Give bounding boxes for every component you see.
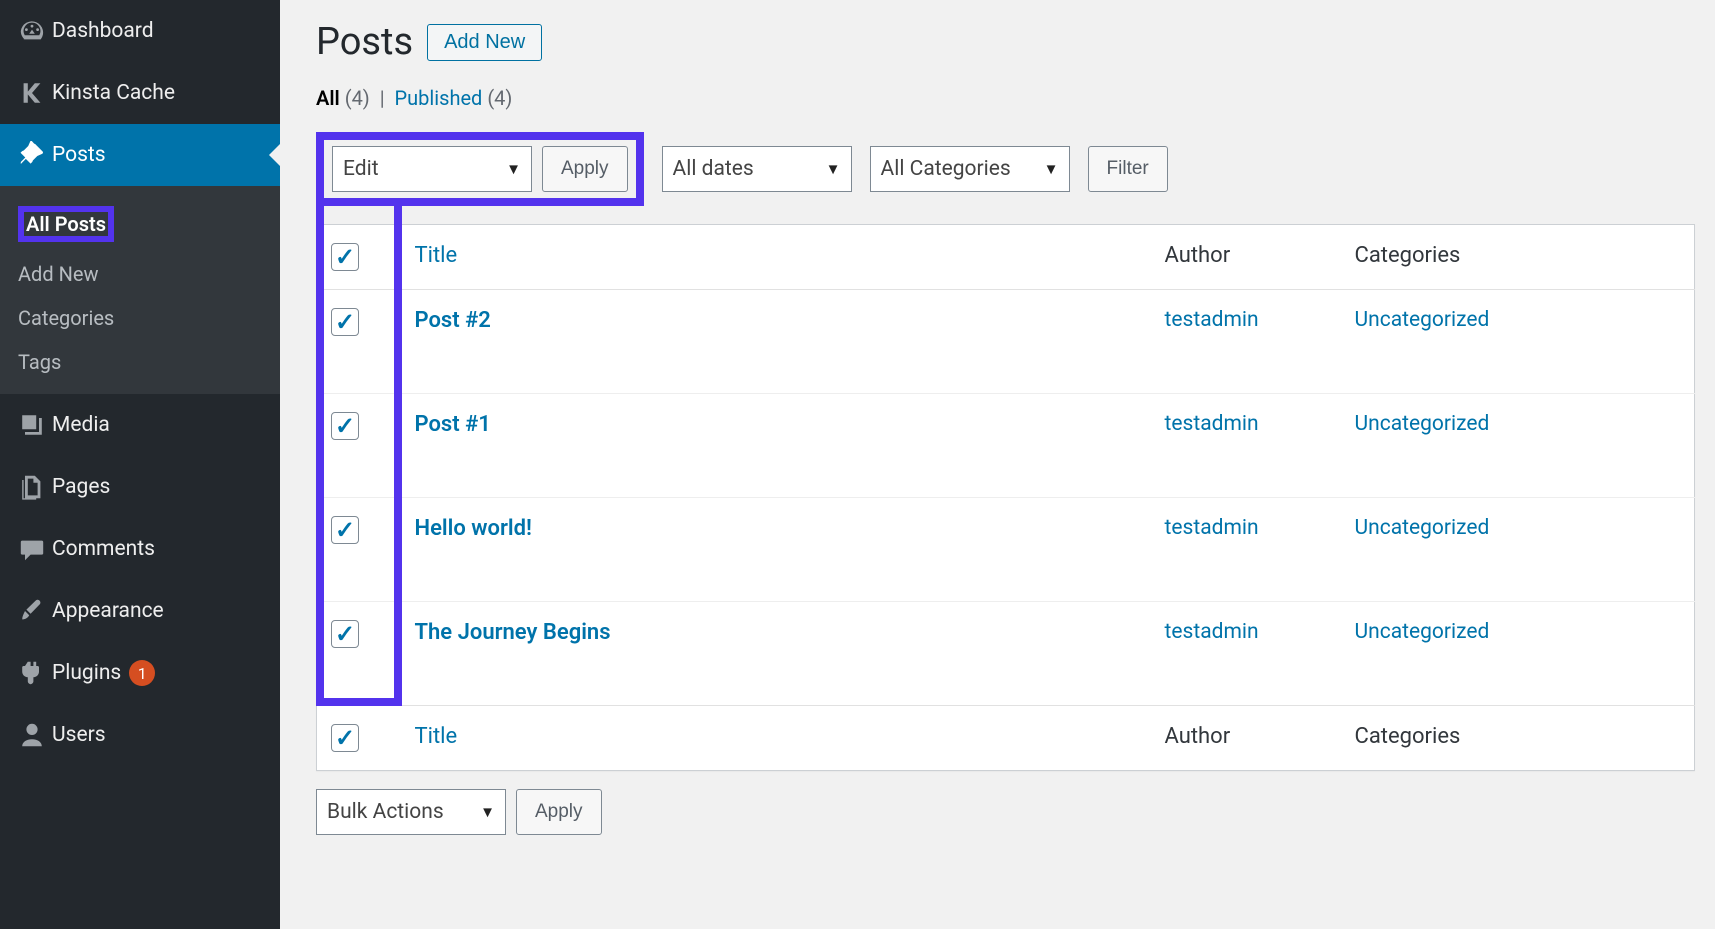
- page-title-row: Posts Add New: [316, 20, 1695, 64]
- column-title-footer[interactable]: Title: [415, 724, 458, 749]
- row-checkbox[interactable]: [331, 620, 359, 648]
- row-checkbox[interactable]: [331, 308, 359, 336]
- bulk-action-select[interactable]: Edit: [332, 146, 532, 192]
- post-category-link[interactable]: Uncategorized: [1355, 308, 1490, 332]
- column-categories: Categories: [1355, 243, 1461, 268]
- gauge-icon: [12, 17, 52, 45]
- filter-button[interactable]: Filter: [1088, 146, 1168, 192]
- sidebar-item-label: Comments: [52, 537, 155, 561]
- table-row: Hello world! testadmin Uncategorized: [317, 498, 1695, 602]
- admin-sidebar: Dashboard Kinsta Cache Posts All Posts A…: [0, 0, 280, 929]
- column-title[interactable]: Title: [415, 243, 458, 268]
- sidebar-posts-submenu: All Posts Add New Categories Tags: [0, 186, 280, 394]
- filter-published[interactable]: Published: [395, 86, 483, 110]
- highlight-bulk-actions: Edit Apply: [316, 132, 644, 206]
- post-title-link[interactable]: Post #1: [415, 412, 491, 437]
- sidebar-item-pages[interactable]: Pages: [0, 456, 280, 518]
- sidebar-item-label: Pages: [52, 475, 110, 499]
- post-author-link[interactable]: testadmin: [1165, 620, 1259, 644]
- column-author: Author: [1165, 243, 1231, 268]
- post-title-link[interactable]: Post #2: [415, 308, 491, 333]
- sidebar-item-label: Posts: [52, 143, 106, 167]
- sidebar-item-comments[interactable]: Comments: [0, 518, 280, 580]
- plugins-update-badge: 1: [129, 660, 155, 686]
- add-new-button[interactable]: Add New: [427, 24, 542, 61]
- sidebar-subitem-tags[interactable]: Tags: [0, 340, 280, 384]
- table-row: The Journey Begins testadmin Uncategoriz…: [317, 602, 1695, 706]
- post-title-link[interactable]: The Journey Begins: [415, 620, 611, 645]
- post-title-link[interactable]: Hello world!: [415, 516, 532, 541]
- sidebar-subitem-categories[interactable]: Categories: [0, 296, 280, 340]
- sidebar-item-label: Users: [52, 723, 106, 747]
- highlight-all-posts: All Posts: [18, 206, 114, 242]
- post-author-link[interactable]: testadmin: [1165, 412, 1259, 436]
- filter-all[interactable]: All: [316, 86, 340, 110]
- table-footer-row: Title Author Categories: [317, 706, 1695, 771]
- sidebar-item-label: Kinsta Cache: [52, 81, 175, 105]
- comments-icon: [12, 535, 52, 563]
- pin-icon: [12, 141, 52, 169]
- table-row: Post #2 testadmin Uncategorized: [317, 290, 1695, 394]
- bulk-apply-button[interactable]: Apply: [542, 146, 628, 192]
- filter-categories-select[interactable]: All Categories: [870, 146, 1070, 192]
- row-checkbox[interactable]: [331, 412, 359, 440]
- post-status-filters: All (4) | Published (4): [316, 86, 1695, 110]
- post-author-link[interactable]: testadmin: [1165, 308, 1259, 332]
- sidebar-item-kinsta-cache[interactable]: Kinsta Cache: [0, 62, 280, 124]
- brush-icon: [12, 597, 52, 625]
- plugin-icon: [12, 659, 52, 687]
- sidebar-item-label: Media: [52, 413, 110, 437]
- page-title: Posts: [316, 20, 413, 64]
- posts-table: Title Author Categories Post #2 testadmi…: [316, 224, 1695, 771]
- bottom-bulk-actions: Bulk Actions Apply: [316, 789, 1695, 835]
- users-icon: [12, 721, 52, 749]
- sidebar-item-plugins[interactable]: Plugins 1: [0, 642, 280, 704]
- sidebar-item-dashboard[interactable]: Dashboard: [0, 0, 280, 62]
- post-category-link[interactable]: Uncategorized: [1355, 412, 1490, 436]
- bulk-action-select-bottom[interactable]: Bulk Actions: [316, 789, 506, 835]
- main-content: Posts Add New All (4) | Published (4) Ed…: [280, 0, 1715, 929]
- sidebar-item-label: Appearance: [52, 599, 164, 623]
- sidebar-item-posts[interactable]: Posts: [0, 124, 280, 186]
- filter-dates-select[interactable]: All dates: [662, 146, 852, 192]
- post-category-link[interactable]: Uncategorized: [1355, 516, 1490, 540]
- sidebar-subitem-add-new[interactable]: Add New: [0, 252, 280, 296]
- select-all-checkbox-top[interactable]: [331, 243, 359, 271]
- sidebar-item-users[interactable]: Users: [0, 704, 280, 766]
- column-author-footer: Author: [1165, 724, 1231, 749]
- table-row: Post #1 testadmin Uncategorized: [317, 394, 1695, 498]
- sidebar-item-media[interactable]: Media: [0, 394, 280, 456]
- sidebar-subitem-all-posts[interactable]: All Posts: [0, 196, 280, 252]
- select-all-checkbox-bottom[interactable]: [331, 724, 359, 752]
- sidebar-item-label: Plugins: [52, 661, 121, 685]
- post-author-link[interactable]: testadmin: [1165, 516, 1259, 540]
- column-categories-footer: Categories: [1355, 724, 1461, 749]
- sidebar-item-label: Dashboard: [52, 19, 154, 43]
- row-checkbox[interactable]: [331, 516, 359, 544]
- media-icon: [12, 411, 52, 439]
- kinsta-icon: [12, 79, 52, 107]
- sidebar-item-appearance[interactable]: Appearance: [0, 580, 280, 642]
- pages-icon: [12, 473, 52, 501]
- post-category-link[interactable]: Uncategorized: [1355, 620, 1490, 644]
- table-toolbar: Edit Apply All dates All Categories Filt…: [316, 132, 1695, 206]
- bulk-apply-button-bottom[interactable]: Apply: [516, 789, 602, 835]
- table-header-row: Title Author Categories: [317, 225, 1695, 290]
